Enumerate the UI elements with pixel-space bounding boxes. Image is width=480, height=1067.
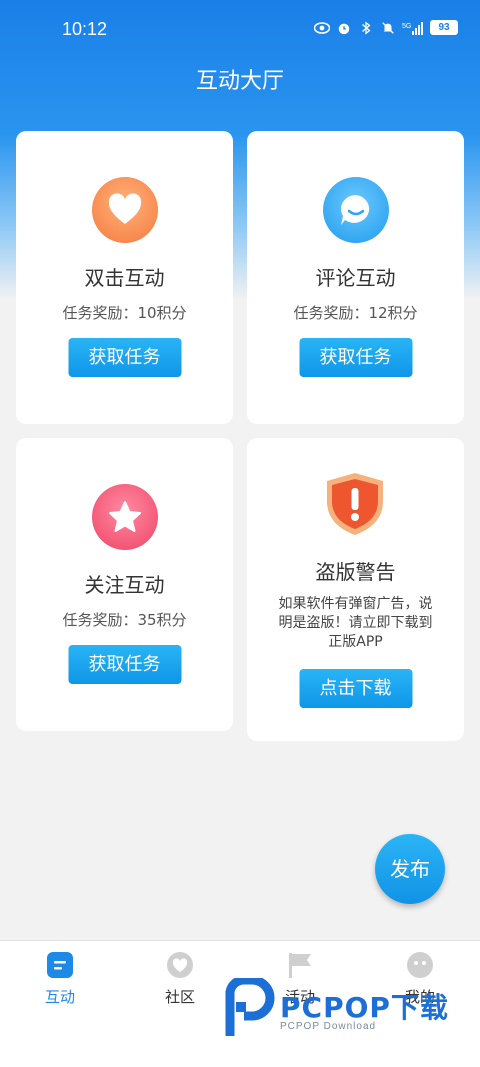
piracy-warning-card: 盗版警告 如果软件有弹窗广告，说 明是盗版！请立即下载到 正版APP 点击下载 (247, 438, 464, 741)
card-reward: 任务奖励：10积分 (62, 304, 187, 322)
status-bar: 10:12 5G 93 (0, 0, 480, 56)
card-comment: 评论互动 任务奖励：12积分 获取任务 (247, 131, 464, 424)
status-icons: 5G 93 (314, 20, 458, 35)
watermark-brand: PCPOP下载 (280, 991, 449, 1024)
battery-icon: 93 (430, 20, 458, 35)
download-button[interactable]: 点击下载 (299, 669, 412, 708)
svg-text:5G: 5G (402, 23, 411, 30)
warning-description: 如果软件有弹窗广告，说 明是盗版！请立即下载到 正版APP (263, 595, 448, 652)
card-title: 盗版警告 (315, 560, 396, 584)
warning-line: 明是盗版！请立即下载到 (278, 615, 433, 631)
warning-line: 正版APP (328, 634, 383, 650)
card-reward: 任务奖励：12积分 (293, 304, 418, 322)
signal-5g-icon: 5G (402, 21, 423, 35)
card-title: 关注互动 (84, 573, 165, 597)
get-task-button[interactable]: 获取任务 (68, 338, 181, 377)
shield-warning-icon (327, 473, 383, 535)
community-icon (167, 952, 193, 978)
publish-button[interactable]: 发布 (375, 834, 445, 904)
tab-interaction[interactable]: 互动 (0, 941, 120, 1011)
card-follow: 关注互动 任务奖励：35积分 获取任务 (16, 438, 233, 731)
interaction-icon (47, 952, 73, 978)
alarm-icon (338, 23, 350, 34)
flag-icon (289, 953, 311, 978)
card-title: 评论互动 (315, 266, 396, 290)
page-title: 互动大厅 (195, 69, 284, 94)
status-time: 10:12 (62, 19, 108, 39)
get-task-button[interactable]: 获取任务 (299, 338, 412, 377)
star-icon (91, 484, 158, 550)
mute-icon (382, 21, 394, 34)
heart-icon (91, 177, 158, 243)
tab-label: 互动 (44, 988, 75, 1006)
comment-icon (322, 177, 389, 243)
pcpop-logo-icon (225, 978, 275, 1036)
get-task-button[interactable]: 获取任务 (68, 645, 181, 684)
profile-icon (407, 952, 433, 978)
card-double-click: 双击互动 任务奖励：10积分 获取任务 (16, 131, 233, 424)
warning-line: 如果软件有弹窗广告，说 (278, 596, 433, 612)
pcpop-watermark: PCPOP下载 PCPOP Download (220, 978, 470, 1038)
eye-icon (314, 21, 330, 34)
bluetooth-icon (362, 20, 371, 35)
card-title: 双击互动 (84, 266, 165, 290)
watermark-sub: PCPOP Download (280, 1021, 377, 1032)
card-reward: 任务奖励：35积分 (62, 611, 187, 629)
